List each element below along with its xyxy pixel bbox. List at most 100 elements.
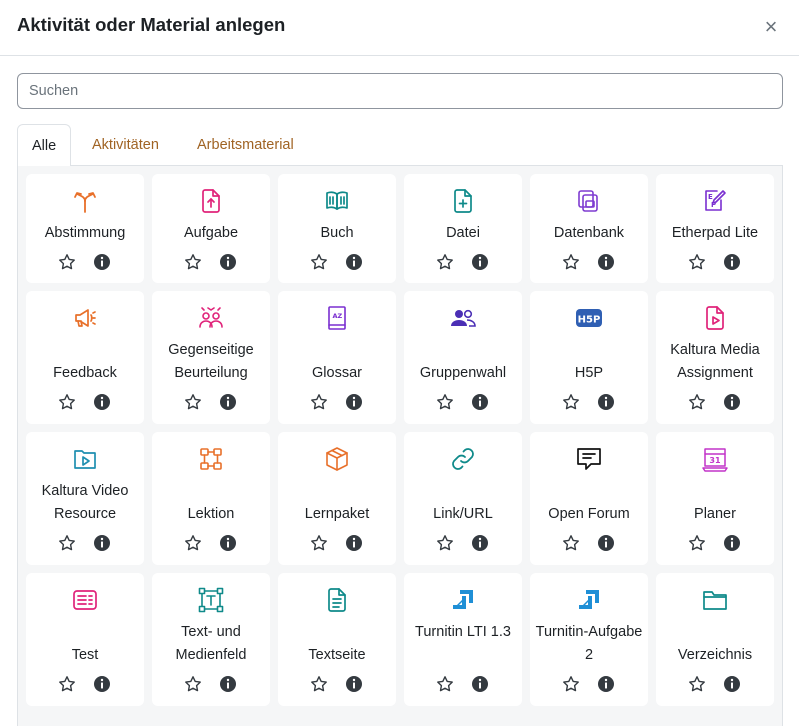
info-icon[interactable]: [219, 675, 237, 693]
search-input[interactable]: [17, 73, 783, 109]
tab-all[interactable]: Alle: [17, 124, 72, 167]
info-icon[interactable]: [597, 253, 615, 271]
activity-card[interactable]: Turnitin LTI 1.3: [404, 573, 522, 706]
activity-label: Lektion: [187, 506, 235, 522]
activity-card[interactable]: Test: [26, 573, 144, 706]
activity-card[interactable]: E P Etherpad Lite: [656, 174, 774, 283]
star-icon[interactable]: [562, 534, 580, 552]
kaltura-video-icon: [72, 446, 98, 472]
activity-label: Test: [71, 647, 99, 663]
star-icon[interactable]: [688, 393, 706, 411]
info-icon[interactable]: [219, 534, 237, 552]
info-icon[interactable]: [723, 534, 741, 552]
activity-card[interactable]: Lernpaket: [278, 432, 396, 565]
activity-card[interactable]: Abstimmung: [26, 174, 144, 283]
info-icon[interactable]: [219, 393, 237, 411]
activity-card[interactable]: Lektion: [152, 432, 270, 565]
info-icon[interactable]: [219, 253, 237, 271]
star-icon[interactable]: [310, 534, 328, 552]
info-icon[interactable]: [723, 253, 741, 271]
activity-card[interactable]: Gegenseitige Beurteilung: [152, 291, 270, 424]
activity-label: Datenbank: [553, 225, 625, 241]
star-icon[interactable]: [310, 253, 328, 271]
tab-activities[interactable]: Aktivitäten: [78, 124, 173, 166]
star-icon[interactable]: [184, 393, 202, 411]
star-icon[interactable]: [436, 393, 454, 411]
star-icon[interactable]: [58, 393, 76, 411]
star-icon[interactable]: [58, 253, 76, 271]
activity-label: Buch: [320, 225, 354, 241]
activity-card[interactable]: Kaltura Video Resource: [26, 432, 144, 565]
star-icon[interactable]: [436, 253, 454, 271]
star-icon[interactable]: [58, 534, 76, 552]
activity-card[interactable]: Feedback: [26, 291, 144, 424]
info-icon[interactable]: [345, 393, 363, 411]
activity-card[interactable]: Datei: [404, 174, 522, 283]
info-icon[interactable]: [471, 534, 489, 552]
activity-card[interactable]: AZ Glossar: [278, 291, 396, 424]
info-icon[interactable]: [345, 675, 363, 693]
tab-resources[interactable]: Arbeitsmaterial: [183, 124, 308, 166]
info-icon[interactable]: [93, 675, 111, 693]
activity-card[interactable]: H5P H5P: [530, 291, 648, 424]
activity-card[interactable]: Datenbank: [530, 174, 648, 283]
database-icon: [576, 188, 602, 214]
page-icon: [324, 587, 350, 613]
info-icon[interactable]: [597, 534, 615, 552]
info-icon[interactable]: [597, 393, 615, 411]
star-icon[interactable]: [436, 675, 454, 693]
activity-card[interactable]: Verzeichnis: [656, 573, 774, 706]
close-button[interactable]: ×: [760, 16, 782, 38]
info-icon[interactable]: [345, 253, 363, 271]
glossary-icon: AZ: [324, 305, 350, 331]
star-icon[interactable]: [688, 253, 706, 271]
info-icon[interactable]: [471, 675, 489, 693]
info-icon[interactable]: [93, 393, 111, 411]
activity-card[interactable]: 31 Planer: [656, 432, 774, 565]
svg-text:31: 31: [709, 456, 721, 465]
star-icon[interactable]: [184, 534, 202, 552]
star-icon[interactable]: [58, 675, 76, 693]
info-icon[interactable]: [723, 675, 741, 693]
activity-label: Etherpad Lite: [671, 225, 759, 241]
scorm-package-icon: [324, 446, 350, 472]
activity-card[interactable]: Text- und Medienfeld: [152, 573, 270, 706]
calendar-icon: 31: [702, 446, 728, 472]
info-icon[interactable]: [93, 253, 111, 271]
activity-card[interactable]: Open Forum: [530, 432, 648, 565]
activity-card[interactable]: Turnitin-Aufgabe 2: [530, 573, 648, 706]
activity-label: Kaltura Video Resource: [41, 483, 129, 522]
star-icon[interactable]: [562, 253, 580, 271]
info-icon[interactable]: [471, 253, 489, 271]
info-icon[interactable]: [93, 534, 111, 552]
activity-label: Gegenseitige Beurteilung: [168, 342, 254, 381]
star-icon[interactable]: [562, 393, 580, 411]
star-icon[interactable]: [688, 534, 706, 552]
turnitin-icon: [576, 587, 602, 613]
activity-card[interactable]: Kaltura Media Assignment: [656, 291, 774, 424]
star-icon[interactable]: [436, 534, 454, 552]
info-icon[interactable]: [471, 393, 489, 411]
svg-text:AZ: AZ: [333, 312, 343, 320]
activity-label: Feedback: [53, 365, 117, 381]
activity-card[interactable]: Aufgabe: [152, 174, 270, 283]
text-media-icon: [198, 587, 224, 613]
activity-label: Open Forum: [548, 506, 630, 522]
star-icon[interactable]: [184, 675, 202, 693]
activity-label: Datei: [446, 225, 480, 241]
star-icon[interactable]: [310, 675, 328, 693]
activity-label: Kaltura Media Assignment: [670, 342, 760, 381]
info-icon[interactable]: [345, 534, 363, 552]
star-icon[interactable]: [562, 675, 580, 693]
star-icon[interactable]: [184, 253, 202, 271]
info-icon[interactable]: [723, 393, 741, 411]
activity-card[interactable]: Buch: [278, 174, 396, 283]
info-icon[interactable]: [597, 675, 615, 693]
activity-card[interactable]: Gruppenwahl: [404, 291, 522, 424]
star-icon[interactable]: [688, 675, 706, 693]
chooser-panel: Abstimmung Aufgabe Buch Datei Datenbank E P Eth…: [17, 166, 783, 726]
activity-label: Gruppenwahl: [419, 365, 507, 381]
activity-card[interactable]: Link/URL: [404, 432, 522, 565]
activity-card[interactable]: Textseite: [278, 573, 396, 706]
star-icon[interactable]: [310, 393, 328, 411]
